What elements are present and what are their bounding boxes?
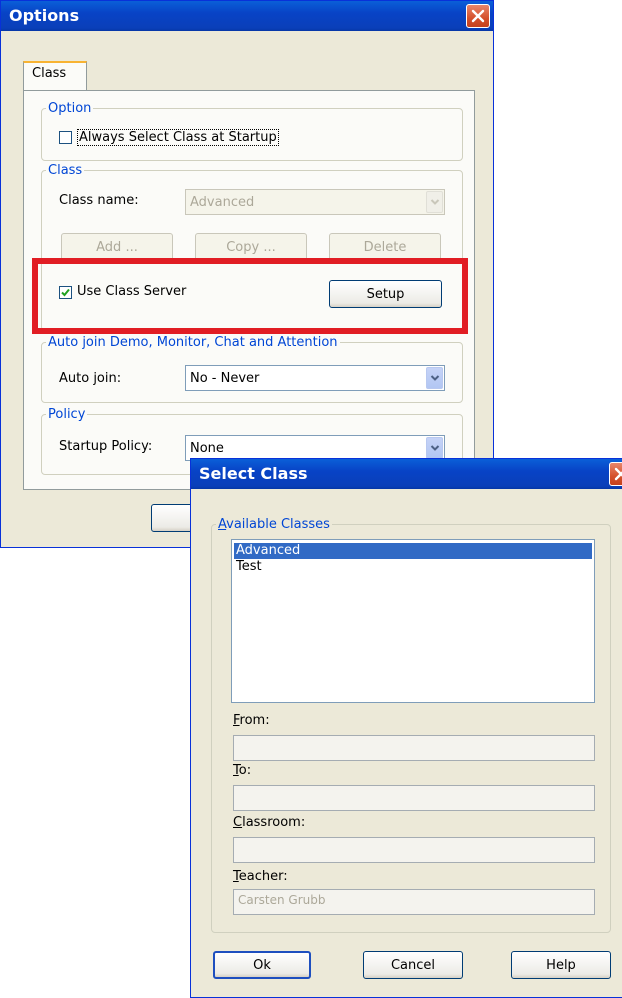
select-class-title: Select Class [199,464,308,483]
delete-class-button[interactable]: Delete [329,233,441,261]
classroom-label-text: lassroom: [242,815,306,830]
always-select-label[interactable]: Always Select Class at Startup [77,129,279,146]
copy-class-button[interactable]: Copy ... [195,233,307,261]
copy-class-label: Copy ... [226,239,276,255]
classroom-label-access-key: C [233,815,243,830]
class-server-highlight [32,258,468,334]
tab-class[interactable]: Class [23,61,87,91]
auto-join-combo[interactable]: No - Never [185,365,445,391]
select-class-close-icon[interactable] [609,462,622,486]
from-label: From: [233,713,270,728]
startup-policy-value: None [190,441,224,456]
chevron-down-icon[interactable] [426,437,443,459]
classroom-field [233,837,595,863]
class-name-label: Class name: [59,193,139,208]
list-item[interactable]: Test [234,559,592,575]
options-title-bar[interactable]: Options [1,1,493,31]
teacher-label: Teacher: [233,869,288,884]
ok-button[interactable]: Ok [213,951,311,979]
policy-group-legend: Policy [48,407,86,422]
cancel-label: Cancel [390,957,436,973]
classroom-label: Classroom: [233,815,305,830]
startup-policy-label: Startup Policy: [59,439,153,454]
help-label: Help [546,957,576,973]
to-field [233,785,595,811]
always-select-checkbox[interactable] [59,131,72,144]
always-select-label-text: Always Select Class at Startup [79,130,277,145]
help-button[interactable]: Help [511,951,611,979]
cancel-button[interactable]: Cancel [363,951,463,979]
to-label-text: o: [238,763,252,778]
auto-join-value: No - Never [190,371,260,386]
delete-class-label: Delete [363,239,407,255]
add-class-button[interactable]: Add ... [61,233,173,261]
options-title: Options [9,6,80,25]
chevron-down-icon[interactable] [426,367,443,389]
from-label-text: rom: [239,713,270,728]
available-classes-legend: Available Classes [216,517,332,532]
autojoin-group-legend: Auto join Demo, Monitor, Chat and Attent… [48,335,338,350]
to-label: To: [233,763,251,778]
available-classes-legend-access-key: A [218,517,227,532]
list-item[interactable]: Advanced [234,543,592,559]
select-class-dialog: Select Class Available Classes Advanced … [190,458,622,998]
options-close-icon[interactable] [466,4,490,28]
teacher-field: Carsten Grubb [233,889,595,915]
teacher-label-text: eacher: [238,869,288,884]
ok-label: Ok [253,957,271,973]
add-class-label: Add ... [96,239,138,255]
class-group-legend: Class [48,163,83,178]
class-name-combo[interactable]: Advanced [185,189,445,215]
select-class-title-bar[interactable]: Select Class [191,459,622,489]
from-field [233,735,595,761]
tab-class-label: Class [32,66,67,81]
chevron-down-icon[interactable] [426,191,443,213]
auto-join-label: Auto join: [59,371,122,386]
option-group-legend: Option [48,101,92,116]
available-classes-list[interactable]: Advanced Test [231,539,595,703]
teacher-value: Carsten Grubb [238,893,326,907]
class-name-value: Advanced [190,195,255,210]
available-classes-legend-text: vailable Classes [226,517,330,532]
